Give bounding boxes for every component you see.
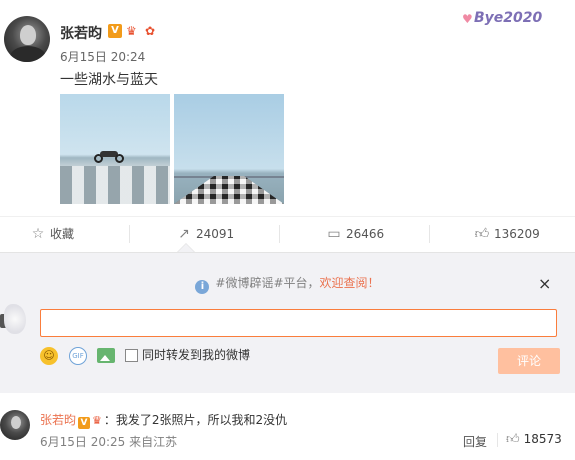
crown-badge-icon: ♛ [126, 24, 137, 38]
author-name[interactable]: 张若昀 [60, 23, 102, 43]
notice-tag-link[interactable]: #微博辟谣#平台， [215, 276, 319, 290]
like-count: 136209 [494, 227, 540, 241]
verified-badge-icon: V [78, 417, 91, 429]
like-button[interactable]: 👍︎ 136209 [474, 218, 540, 250]
thumbs-up-icon: 👍︎ [506, 432, 520, 447]
reply-timestamp: 6月15日 20:25 来自江苏 [40, 435, 178, 449]
submit-comment-button[interactable]: 评论 [498, 348, 560, 374]
favorite-button[interactable]: ☆ 收藏 [30, 218, 74, 250]
comment-count: 26466 [346, 227, 385, 241]
post-timestamp[interactable]: 6月15日 20:24 [60, 48, 145, 65]
new-badge-icon: ✿ [145, 24, 156, 38]
avatar-face [11, 416, 21, 429]
watermark-heart-icon: ♥ [462, 12, 473, 26]
comment-button[interactable]: ▭ 26466 [326, 218, 384, 250]
reply-content: 张若昀 V ♛ ：我发了2张照片，所以我和2没仇 [40, 411, 287, 429]
emoji-icon[interactable]: ☺ [40, 347, 58, 365]
forward-checkbox[interactable] [125, 349, 138, 362]
reply-author-avatar[interactable] [0, 410, 30, 440]
watermark-text: Bye2020 [474, 10, 543, 26]
favorite-label: 收藏 [50, 227, 75, 241]
action-separator [429, 225, 430, 243]
rumor-notice: i #微博辟谣#平台，欢迎查阅！ [0, 270, 575, 296]
reply-like-count: 18573 [523, 432, 562, 446]
checker-floor [60, 166, 170, 204]
action-separator [129, 225, 130, 243]
lake-motorcycle-photo[interactable] [60, 94, 170, 204]
reply-text: ：我发了2张照片，所以我和2没仇 [103, 413, 288, 427]
crown-badge-icon: ♛ [92, 414, 102, 427]
checker-pier-shading [174, 176, 284, 204]
verified-badge-icon: V [108, 24, 122, 38]
avatar-face [20, 25, 36, 45]
notice-highlight: 欢迎查阅！ [319, 276, 380, 290]
author-avatar[interactable] [4, 16, 50, 62]
forward-count: 24091 [196, 227, 235, 241]
action-bar-divider [0, 216, 575, 217]
star-icon: ☆ [31, 226, 45, 242]
avatar-shoulder [10, 46, 46, 62]
action-separator [279, 225, 280, 243]
comment-input[interactable] [40, 309, 557, 337]
comment-icon: ▭ [327, 226, 341, 242]
lake-pier-photo[interactable] [174, 94, 284, 204]
reply-author-name[interactable]: 张若昀 [40, 413, 76, 427]
reply-like-button[interactable]: 👍︎ 18573 [506, 432, 562, 447]
reply-separator [497, 433, 498, 447]
thumbs-up-icon: 👍︎ [474, 226, 490, 242]
composer-pointer-fill [178, 244, 194, 252]
info-icon: i [195, 280, 210, 294]
image-upload-icon[interactable] [97, 348, 115, 363]
forward-checkbox-label[interactable]: 同时转发到我的微博 [142, 346, 250, 363]
current-user-avatar [0, 302, 30, 338]
gif-icon[interactable]: GIF [69, 347, 87, 365]
close-icon[interactable]: × [538, 274, 551, 293]
post-text: 一些湖水与蓝天 [60, 72, 158, 88]
motorcycle [94, 148, 124, 163]
reply-button[interactable]: 回复 [463, 433, 487, 450]
